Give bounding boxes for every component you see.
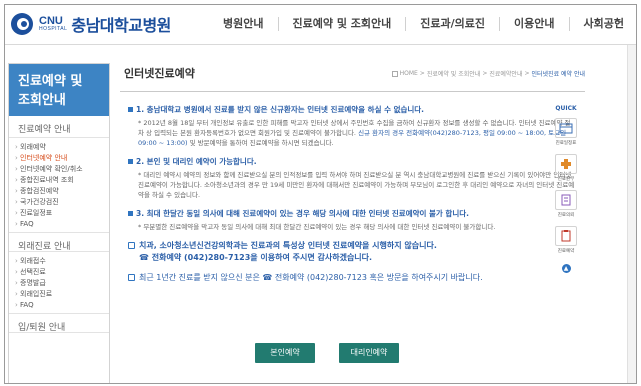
section-3-body: * 무분별한 진료예약을 막고자 동일 의사에 대해 최대 한달간 진료예약이 … [138,223,496,231]
sidebar-section-admission[interactable]: 입/퇴원 안내 [9,313,109,333]
vertical-scrollbar[interactable] [627,45,636,383]
main-content: 인터넷진료예약 HOME > 진료예약 및 조회안내 > 진료예약안내 > 인터… [120,63,585,284]
notice-dental-line2: ☎ 전화예약 (042)280-7123을 이용하여 주시면 감사하겠습니다. [139,253,373,262]
proxy-reservation-button[interactable]: 대리인예약 [339,343,399,363]
sidebar-list-outpatient: 외래접수 선택진료 증명발급 외래입진료 FAQ [9,252,109,313]
sidebar-item[interactable]: 국가건강검진 [15,197,109,208]
breadcrumb-item[interactable]: 진료예약안내 [489,69,522,78]
sidebar-item[interactable]: 인터넷예약 확인/취소 [15,164,109,175]
scroll-top-icon[interactable]: ▲ [561,264,571,273]
reservation-buttons: 본인예약 대리인예약 [255,343,399,363]
sidebar-item[interactable]: 진료일정표 [15,208,109,219]
section-1-heading: 1. 충남대학교 병원에서 진료를 받지 않은 신규환자는 인터넷 진료예약을 … [136,105,425,114]
sidebar: 진료예약 및 조회안내 진료예약 안내 외래예약 인터넷예약 안내 인터넷예약 … [8,63,110,383]
hospital-logo[interactable]: CNU HOSPITAL 충남대학교병원 [11,12,171,36]
notice-icon [128,242,135,249]
sidebar-title: 진료예약 및 조회안내 [9,64,109,116]
sidebar-item[interactable]: FAQ [15,219,109,230]
notice-phone-text: 최근 1년간 진료를 받지 않으신 분은 ☎ 전화예약 (042)280-712… [139,273,483,282]
sidebar-list-reservation: 외래예약 인터넷예약 안내 인터넷예약 확인/취소 종합진료내역 조회 종합검진… [9,138,109,232]
browser-frame: CNU HOSPITAL 충남대학교병원 병원안내 진료예약 및 조회안내 진료… [4,4,637,384]
section-1: 1. 충남대학교 병원에서 진료를 받지 않은 신규환자는 인터넷 진료예약을 … [120,104,585,148]
sidebar-item[interactable]: 외래예약 [15,142,109,153]
section-2-heading: 2. 본인 및 대리인 예약이 가능합니다. [136,157,257,166]
title-divider [120,91,585,92]
home-icon [391,70,398,77]
bullet-icon [128,107,133,112]
section-1-body: * 2012년 8월 18일 부터 개인정보 유출로 인한 피해를 막고자 인터… [138,119,571,147]
notice-dental: 치과, 소아청소년신건강의학과는 진료과의 특성상 인터넷 진료예약을 시행하지… [128,240,585,264]
sidebar-item[interactable]: 외래입진료 [15,289,109,300]
self-reservation-button[interactable]: 본인예약 [255,343,315,363]
breadcrumb-home[interactable]: HOME [400,70,418,77]
sidebar-item[interactable]: 종합진료내역 조회 [15,175,109,186]
sidebar-item[interactable]: 증명발급 [15,278,109,289]
quick-item-schedule[interactable]: 진료일정표 [555,118,577,146]
quick-item-referral[interactable]: 진료의뢰 [555,190,577,218]
nav-reservation[interactable]: 진료예약 및 조회안내 [277,17,406,31]
sidebar-item[interactable]: 선택진료 [15,267,109,278]
sidebar-item[interactable]: 외래접수 [15,256,109,267]
section-2-body: * 대리인 예약시 예약의 정보와 함께 진료받으실 분의 인적정보를 입력 하… [138,171,575,199]
notice-phone: 최근 1년간 진료를 받지 않으신 분은 ☎ 전화예약 (042)280-712… [128,272,585,284]
document-icon [561,194,571,206]
quick-panel: QUICK 진료일정표 진료원무 진료의뢰 진료예약 ▲ [553,105,579,273]
bullet-icon [128,211,133,216]
sidebar-item[interactable]: 종합검진예약 [15,186,109,197]
notice-icon [128,274,135,281]
section-3: 3. 최대 한달간 동일 의사에 대해 진료예약이 있는 경우 해당 의사에 대… [120,208,585,232]
notice-dental-line1: 치과, 소아청소년신건강의학과는 진료과의 특성상 인터넷 진료예약을 시행하지… [139,241,437,250]
bullet-icon [128,159,133,164]
logo-mark-icon [11,13,37,35]
nav-social[interactable]: 사회공헌 [568,17,636,31]
nav-usage-guide[interactable]: 이용안내 [499,17,568,31]
sidebar-section-reservation[interactable]: 진료예약 안내 [9,116,109,138]
site-header: CNU HOSPITAL 충남대학교병원 병원안내 진료예약 및 조회안내 진료… [5,5,636,45]
breadcrumb-current: 인터넷진료 예약 안내 [531,71,586,78]
nav-hospital-info[interactable]: 병원안내 [209,17,277,31]
quick-title: QUICK [555,105,577,112]
section-3-heading: 3. 최대 한달간 동일 의사에 대해 진료예약이 있는 경우 해당 의사에 대… [136,209,469,218]
breadcrumb: HOME > 진료예약 및 조회안내 > 진료예약안내 > 인터넷진료 예약 안… [391,69,586,78]
cross-icon [561,159,571,169]
top-navigation: 병원안내 진료예약 및 조회안내 진료과/의료진 이용안내 사회공헌 [209,17,636,31]
breadcrumb-item[interactable]: 진료예약 및 조회안내 [427,69,481,78]
sidebar-section-outpatient[interactable]: 외래진료 안내 [9,232,109,252]
calendar-icon [559,123,573,134]
logo-en-sub: HOSPITAL [39,26,68,32]
sidebar-item-active[interactable]: 인터넷예약 안내 [15,153,109,164]
sidebar-item[interactable]: FAQ [15,300,109,311]
logo-ko-text: 충남대학교병원 [71,16,171,35]
quick-item-admin[interactable]: 진료원무 [555,154,577,182]
clipboard-icon [561,230,571,242]
section-2: 2. 본인 및 대리인 예약이 가능합니다. * 대리인 예약시 예약의 정보와… [120,156,585,200]
nav-departments[interactable]: 진료과/의료진 [405,17,499,31]
quick-item-reservation[interactable]: 진료예약 [555,226,577,254]
